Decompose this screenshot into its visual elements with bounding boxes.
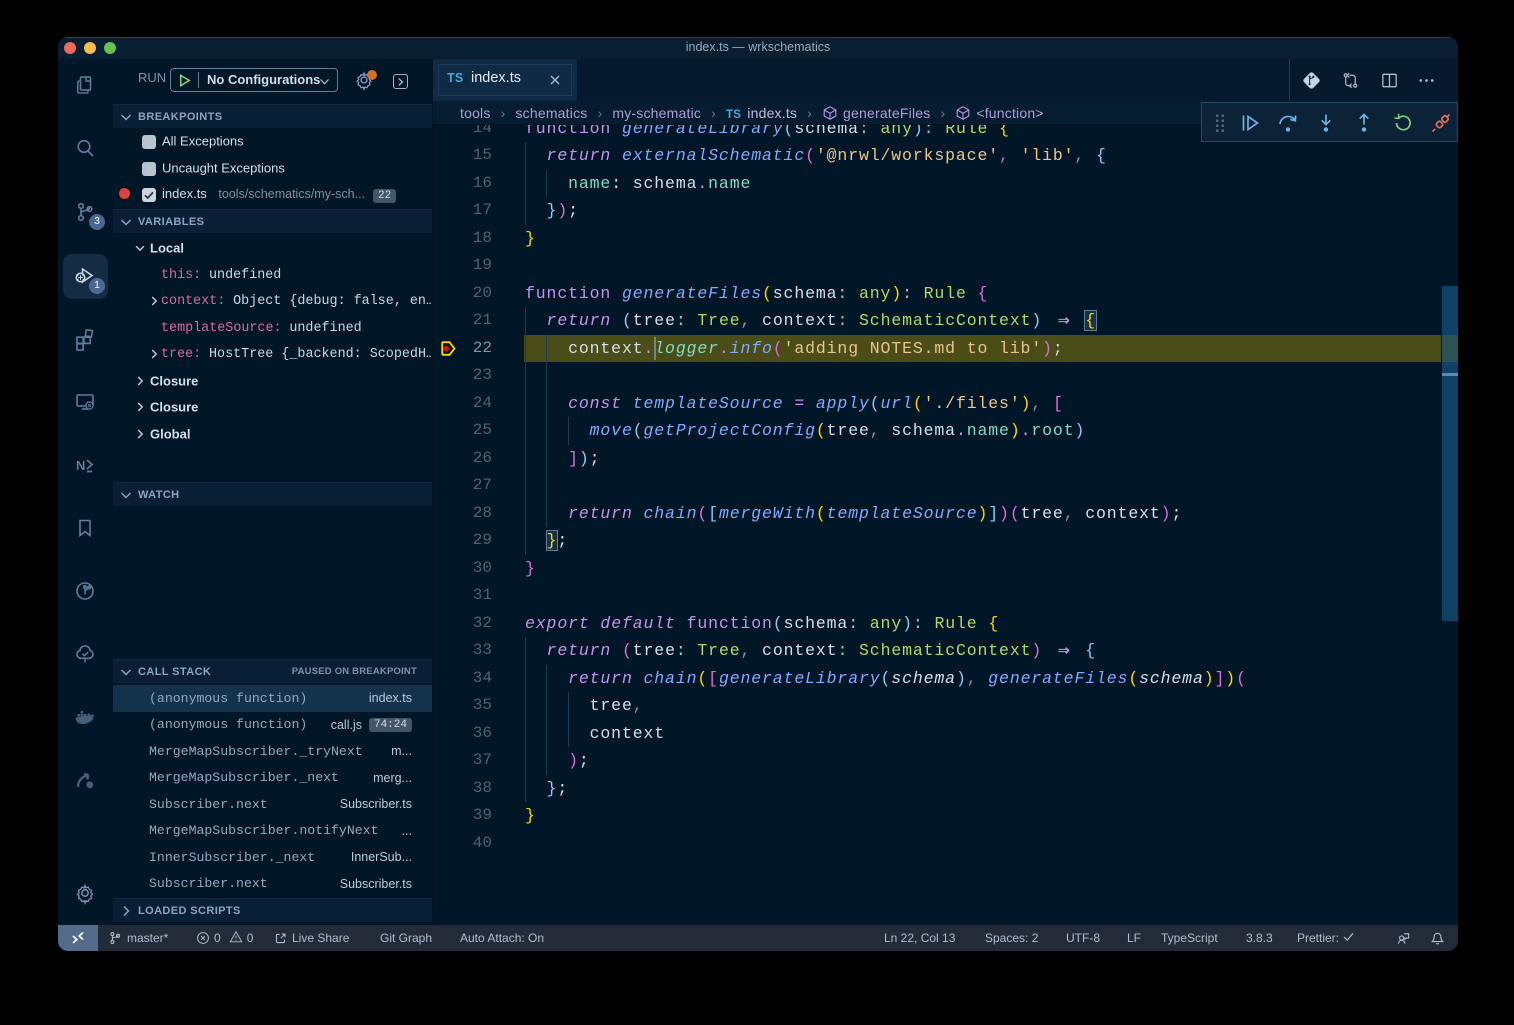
svg-text:N: N (76, 458, 85, 473)
